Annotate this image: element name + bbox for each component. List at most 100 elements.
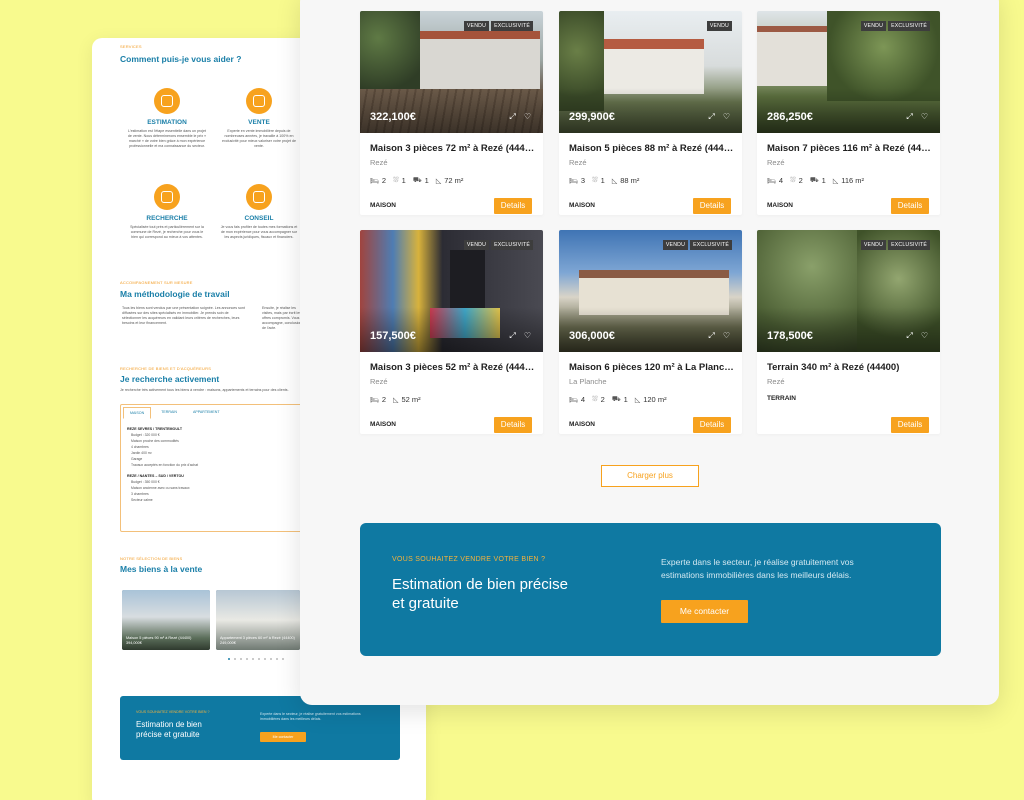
listing-card[interactable]: VENDU EXCLUSIVITÉ 178,500€ ⤢ ♡ Terrain 340… — [757, 230, 940, 434]
heart-icon[interactable]: ♡ — [723, 332, 730, 340]
list-item: Jardin 400 m² — [131, 451, 152, 455]
listing-title[interactable]: Maison 3 pièces 72 m² à Rezé (44400) — [370, 143, 535, 154]
service-estimation[interactable]: ESTIMATION L'estimation est l'étape esse… — [127, 88, 207, 149]
details-button[interactable]: Details — [891, 417, 929, 433]
bed-icon: 🛏 — [370, 177, 379, 185]
status-badge: VENDU — [463, 240, 490, 250]
car-icon: ⛟ — [611, 396, 621, 403]
heart-icon[interactable]: ♡ — [524, 113, 531, 121]
listing-type: MAISON — [370, 202, 396, 209]
listing-card[interactable]: VENDU EXCLUSIVITÉ 286,250€ ⤢ ♡ Maison 7 pi… — [757, 11, 940, 215]
listing-city: La Planche — [569, 377, 607, 386]
tab-maison[interactable]: MAISON — [123, 407, 152, 419]
expand-icon[interactable]: ⤢ — [708, 332, 714, 340]
heart-icon[interactable]: ♡ — [921, 332, 928, 340]
estimation-icon — [154, 88, 180, 114]
bath-icon: ⛆ — [393, 176, 399, 184]
back-cta-banner: VOUS SOUHAITEZ VENDRE VOTRE BIEN ? Estim… — [120, 696, 400, 760]
status-badge: EXCLUSIVITÉ — [888, 21, 930, 31]
back-contact-button[interactable]: Me contacter — [260, 732, 306, 742]
listing-photo[interactable]: VENDU EXCLUSIVITÉ 157,500€ ⤢ ♡ — [360, 230, 543, 352]
tab-terrain[interactable]: TERRAIN — [155, 407, 183, 419]
expand-icon[interactable]: ⤢ — [708, 113, 714, 121]
listing-city: Rezé — [767, 158, 785, 167]
search-intro: Je recherche très activement tous les bi… — [120, 388, 289, 392]
listing-title[interactable]: Maison 6 pièces 120 m² à La Planche (441… — [569, 362, 734, 373]
listing-price: 157,500€ — [370, 330, 416, 342]
listing-type: MAISON — [569, 421, 595, 428]
heart-icon[interactable]: ♡ — [723, 113, 730, 121]
details-button[interactable]: Details — [693, 198, 731, 214]
listing-photo[interactable]: VENDU EXCLUSIVITÉ 178,500€ ⤢ ♡ — [757, 230, 940, 352]
tab-appartement[interactable]: APPARTEMENT — [187, 407, 226, 419]
area-icon: ◺ — [393, 396, 399, 404]
service-recherche[interactable]: RECHERCHE Spécialisée tout près et parti… — [127, 184, 207, 240]
list-item: 3 chambres — [131, 492, 149, 496]
service-conseil[interactable]: CONSEIL Je vous fais profiter de toutes … — [219, 184, 299, 240]
area-icon: ◺ — [634, 396, 641, 404]
details-button[interactable]: Details — [891, 198, 929, 214]
expand-icon[interactable]: ⤢ — [906, 332, 912, 340]
listing-features: 🛏 3 ⛆ 1 ◺ 88 m² — [569, 176, 640, 185]
sale-title: Mes biens à la vente — [120, 564, 203, 574]
status-badge: VENDU — [860, 240, 887, 250]
status-badge: VENDU — [463, 21, 490, 31]
details-button[interactable]: Details — [494, 198, 532, 214]
expand-icon[interactable]: ⤢ — [906, 113, 912, 121]
status-badge: EXCLUSIVITÉ — [690, 240, 732, 250]
car-icon: ⛟ — [809, 177, 819, 184]
listing-title[interactable]: Maison 7 pièces 116 m² à Rezé (44400) — [767, 143, 932, 154]
bath-icon: ⛆ — [592, 395, 598, 403]
status-badge: VENDU — [860, 21, 887, 31]
mini-listing-card[interactable]: Appartement 3 pièces 60 m² à Rezé (44400… — [216, 590, 300, 650]
listing-price: 286,250€ — [767, 111, 813, 123]
list-item: Secteur calme — [131, 498, 153, 502]
listing-card[interactable]: VENDU 299,900€ ⤢ ♡ Maison 5 pièces 88 m² … — [559, 11, 742, 215]
heart-icon[interactable]: ♡ — [524, 332, 531, 340]
cta-title: Estimation de bien précise et gratuite — [392, 576, 568, 612]
bed-icon: 🛏 — [767, 177, 776, 185]
details-button[interactable]: Details — [693, 417, 731, 433]
listing-card[interactable]: VENDU EXCLUSIVITÉ 157,500€ ⤢ ♡ Maison 3 pi… — [360, 230, 543, 434]
service-vente[interactable]: VENTE Experte en vente immobilière depui… — [219, 88, 299, 149]
listing-price: 322,100€ — [370, 111, 416, 123]
listing-city: Rezé — [767, 377, 785, 386]
heart-icon[interactable]: ♡ — [921, 113, 928, 121]
cta-text: Experte dans le secteur, je réalise grat… — [661, 557, 854, 580]
sale-eyebrow: NOTRE SÉLECTION DE BIENS — [120, 556, 183, 561]
cta-eyebrow: VOUS SOUHAITEZ VENDRE VOTRE BIEN ? — [392, 556, 546, 563]
expand-icon[interactable]: ⤢ — [509, 332, 515, 340]
area-icon: ◺ — [611, 177, 618, 185]
expand-icon[interactable]: ⤢ — [509, 113, 515, 121]
listing-card[interactable]: VENDU EXCLUSIVITÉ 322,100€ ⤢ ♡ Maison 3 pi… — [360, 11, 543, 215]
search-tabs-panel: MAISON TERRAIN APPARTEMENT REZE SEVRES /… — [120, 404, 320, 532]
listing-features: 🛏 4 ⛆ 2 ⛟ 1 ◺ 120 m² — [569, 395, 667, 404]
listing-city: Rezé — [370, 377, 388, 386]
listing-features: 🛏 2 ◺ 52 m² — [370, 395, 421, 404]
mini-listing-card[interactable]: Maison 5 pièces 90 m² à Rezé (44400) 394,… — [122, 590, 210, 650]
list-item: Maison ancienne avec ou sans travaux — [131, 486, 190, 490]
load-more-button[interactable]: Charger plus — [601, 465, 699, 487]
search-eyebrow: RECHERCHE DE BIENS ET D'ACQUÉREURS — [120, 366, 212, 371]
listing-title[interactable]: Maison 3 pièces 52 m² à Rezé (44400) — [370, 362, 535, 373]
listing-card[interactable]: VENDU EXCLUSIVITÉ 306,000€ ⤢ ♡ Maison 6 pi… — [559, 230, 742, 434]
advice-icon — [246, 184, 272, 210]
method-eyebrow: ACCOMPAGNEMENT SUR MESURE — [120, 280, 193, 285]
bed-icon: 🛏 — [569, 396, 578, 404]
listing-type: MAISON — [370, 421, 396, 428]
search-budget: Budget : 320 000 € — [131, 433, 160, 437]
listing-title[interactable]: Terrain 340 m² à Rezé (44400) — [767, 362, 932, 373]
listing-photo[interactable]: VENDU EXCLUSIVITÉ 286,250€ ⤢ ♡ — [757, 11, 940, 133]
listing-photo[interactable]: VENDU 299,900€ ⤢ ♡ — [559, 11, 742, 133]
status-badge: EXCLUSIVITÉ — [491, 240, 533, 250]
carousel-dots[interactable] — [228, 658, 284, 660]
bed-icon: 🛏 — [370, 396, 379, 404]
listing-photo[interactable]: VENDU EXCLUSIVITÉ 306,000€ ⤢ ♡ — [559, 230, 742, 352]
contact-button[interactable]: Me contacter — [661, 600, 748, 623]
method-right-text: Ensuite, je réalise les visites, mais pa… — [262, 306, 302, 330]
listing-price: 299,900€ — [569, 111, 615, 123]
details-button[interactable]: Details — [494, 417, 532, 433]
listing-photo[interactable]: VENDU EXCLUSIVITÉ 322,100€ ⤢ ♡ — [360, 11, 543, 133]
listing-title[interactable]: Maison 5 pièces 88 m² à Rezé (44400) — [569, 143, 734, 154]
search-zone: REZE / NANTES – SUD / VERTOU — [127, 474, 184, 478]
